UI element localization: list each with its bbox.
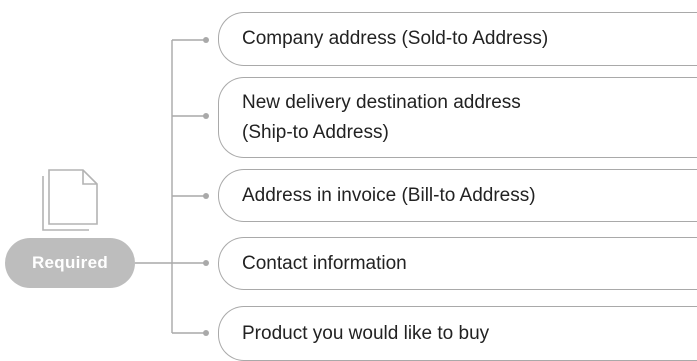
item-label: Company address (Sold-to Address) — [242, 28, 549, 49]
item-bill-to-address: Address in invoice (Bill-to Address) — [218, 169, 697, 222]
branch-dot — [203, 330, 209, 336]
item-label: Address in invoice (Bill-to Address) — [242, 184, 536, 206]
required-label: Required — [31, 253, 109, 272]
item-label: Product you would like to buy — [242, 322, 490, 344]
document-copy-icon — [42, 169, 98, 231]
item-contact-information: Contact information — [218, 237, 697, 290]
item-ship-to-address: New delivery destination address (Ship-t… — [218, 77, 697, 158]
item-sold-to-address: Company address (Sold-to Address) — [218, 12, 697, 66]
branch-dot — [203, 37, 209, 43]
item-product: Product you would like to buy — [218, 306, 697, 361]
required-badge: Required — [5, 238, 135, 288]
item-label: New delivery destination address (Ship-t… — [242, 91, 521, 143]
branch-dot — [203, 193, 209, 199]
item-label: Contact information — [242, 252, 407, 274]
branch-dot — [203, 113, 209, 119]
branch-dot — [203, 260, 209, 266]
